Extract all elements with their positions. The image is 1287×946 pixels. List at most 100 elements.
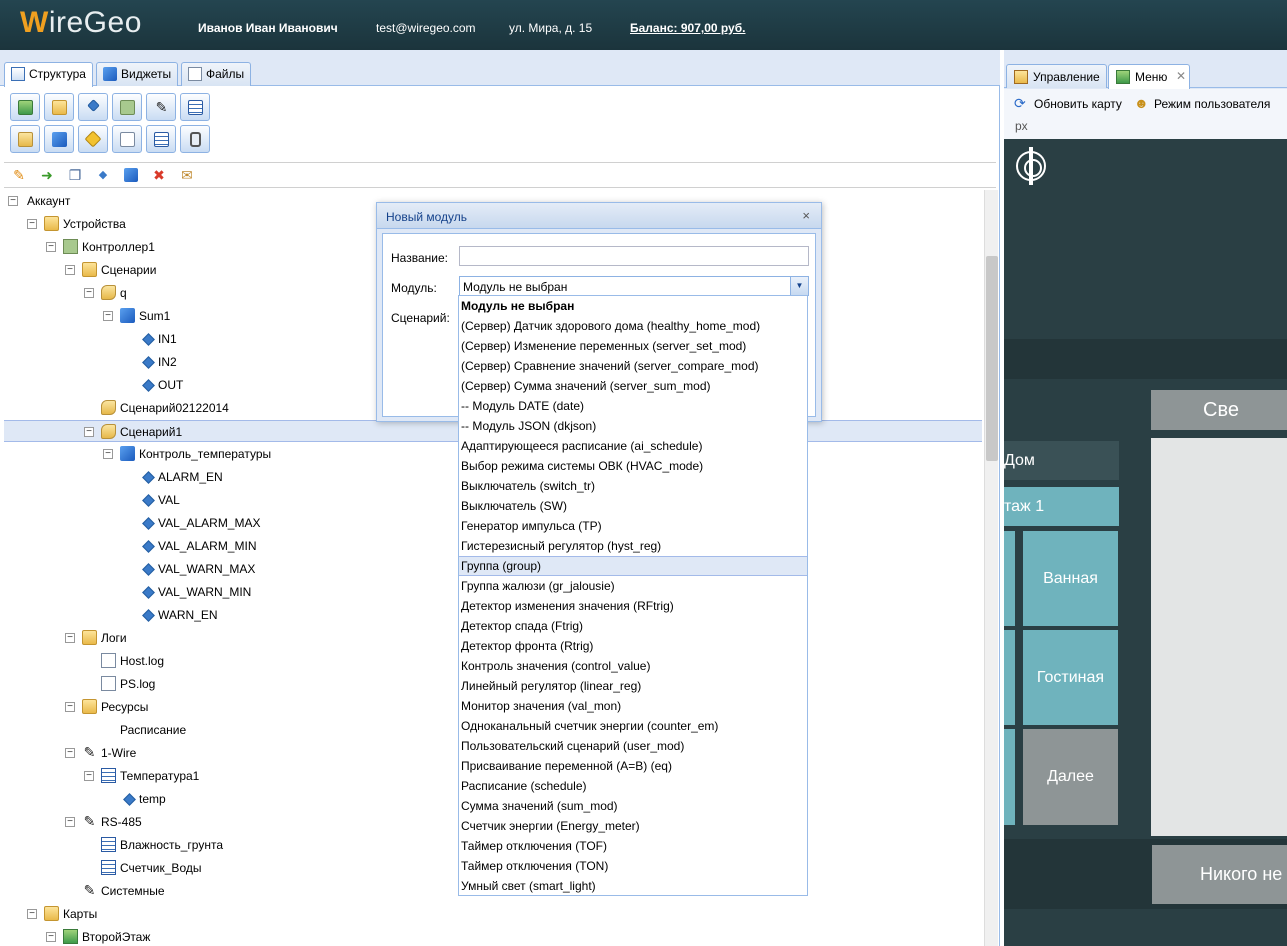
dropdown-option[interactable]: Группа жалюзи (gr_jalousie) xyxy=(459,576,807,596)
map-room-bathroom[interactable]: Ванная xyxy=(1023,531,1118,626)
dropdown-option[interactable]: Одноканальный счетчик энергии (counter_e… xyxy=(459,716,807,736)
tab-files[interactable]: Файлы xyxy=(181,62,252,86)
copy-icon[interactable]: ❐ xyxy=(66,166,84,184)
tab-widgets[interactable]: Виджеты xyxy=(96,62,179,86)
tree-scrollbar[interactable] xyxy=(984,190,998,946)
tab-control[interactable]: Управление xyxy=(1006,64,1107,88)
dropdown-option[interactable]: Контроль значения (control_value) xyxy=(459,656,807,676)
palette-bus-button[interactable]: ✎ xyxy=(146,93,176,121)
dropdown-option[interactable]: Адаптирующееся расписание (ai_schedule) xyxy=(459,436,807,456)
collapse-toggle-icon[interactable]: − xyxy=(65,633,75,643)
collapse-toggle-icon[interactable]: − xyxy=(65,265,75,275)
map-block-nobody[interactable]: Никого не xyxy=(1152,845,1287,904)
collapse-toggle-icon[interactable]: − xyxy=(103,449,113,459)
dropdown-option[interactable]: Линейный регулятор (linear_reg) xyxy=(459,676,807,696)
palette-variable-button[interactable] xyxy=(78,93,108,121)
chevron-down-icon[interactable]: ▼ xyxy=(790,277,808,295)
diamond-icon xyxy=(142,471,155,484)
collapse-toggle-icon[interactable]: − xyxy=(84,288,94,298)
dropdown-option[interactable]: Счетчик энергии (Energy_meter) xyxy=(459,816,807,836)
add-module-icon[interactable] xyxy=(122,166,140,184)
collapse-toggle-icon[interactable]: − xyxy=(65,817,75,827)
map-next-button[interactable]: Далее xyxy=(1023,729,1118,825)
controller-icon xyxy=(120,100,135,115)
tree-node-label: WARN_EN xyxy=(158,608,218,622)
module-select[interactable]: Модуль не выбран ▼ xyxy=(459,276,809,296)
collapse-toggle-icon[interactable]: − xyxy=(46,932,56,942)
palette-alert-button[interactable] xyxy=(78,125,108,153)
dropdown-option[interactable]: (Сервер) Датчик здорового дома (healthy_… xyxy=(459,316,807,336)
dropdown-option[interactable]: Таймер отключения (TOF) xyxy=(459,836,807,856)
tree-node[interactable]: − ВторойЭтаж xyxy=(4,926,982,946)
map-block-home[interactable]: Дом xyxy=(1004,441,1119,480)
palette-log-button[interactable] xyxy=(112,125,142,153)
collapse-toggle-icon[interactable]: − xyxy=(84,427,94,437)
balance-link[interactable]: Баланс: 907,00 руб. xyxy=(630,21,745,35)
dropdown-option[interactable]: (Сервер) Сумма значений (server_sum_mod) xyxy=(459,376,807,396)
dropdown-option[interactable]: Выключатель (switch_tr) xyxy=(459,476,807,496)
close-tab-icon[interactable]: ✕ xyxy=(1176,69,1186,83)
map-block-top-right[interactable]: Све xyxy=(1151,390,1287,430)
dropdown-option[interactable]: -- Модуль JSON (dkjson) xyxy=(459,416,807,436)
dialog-header[interactable]: Новый модуль × xyxy=(377,203,821,229)
tree-node[interactable]: − Карты xyxy=(4,903,982,925)
folder-icon xyxy=(82,262,97,277)
move-arrow-icon[interactable]: ➜ xyxy=(38,166,56,184)
dropdown-option[interactable]: Детектор спада (Ftrig) xyxy=(459,616,807,636)
wiregeo-logo[interactable]: WireGeo xyxy=(20,6,142,40)
palette-map-button[interactable] xyxy=(10,93,40,121)
palette-table-button[interactable] xyxy=(146,125,176,153)
dropdown-option[interactable]: Детектор фронта (Rtrig) xyxy=(459,636,807,656)
close-icon[interactable]: × xyxy=(802,208,810,223)
dropdown-option[interactable]: Группа (group) xyxy=(459,556,807,576)
name-input[interactable] xyxy=(459,246,809,266)
dropdown-option[interactable]: (Сервер) Сравнение значений (server_comp… xyxy=(459,356,807,376)
dropdown-option[interactable]: Детектор изменения значения (RFtrig) xyxy=(459,596,807,616)
collapse-toggle-icon[interactable]: − xyxy=(103,311,113,321)
dropdown-option[interactable]: Выбор режима системы ОВК (HVAC_mode) xyxy=(459,456,807,476)
collapse-toggle-icon[interactable]: − xyxy=(27,219,37,229)
dropdown-option[interactable]: Модуль не выбран xyxy=(459,296,807,316)
module-select-value: Модуль не выбран xyxy=(463,280,568,294)
palette-sensor-button[interactable] xyxy=(180,93,210,121)
dropdown-option[interactable]: Генератор импульса (TP) xyxy=(459,516,807,536)
dropdown-option[interactable]: -- Модуль DATE (date) xyxy=(459,396,807,416)
collapse-toggle-icon[interactable]: − xyxy=(65,702,75,712)
dropdown-option[interactable]: Сумма значений (sum_mod) xyxy=(459,796,807,816)
dropdown-option[interactable]: Присваивание переменной (A=B) (eq) xyxy=(459,756,807,776)
map-room-living[interactable]: Гостиная xyxy=(1023,630,1118,725)
dropdown-option[interactable]: Умный свет (smart_light) xyxy=(459,876,807,895)
folder-icon xyxy=(82,630,97,645)
collapse-toggle-icon[interactable]: − xyxy=(65,748,75,758)
palette-module-button[interactable] xyxy=(44,125,74,153)
delete-icon[interactable]: ✖ xyxy=(150,166,168,184)
collapse-toggle-icon[interactable]: − xyxy=(46,242,56,252)
dropdown-option[interactable]: Выключатель (SW) xyxy=(459,496,807,516)
properties-icon[interactable]: ✉ xyxy=(178,166,196,184)
target-icon[interactable] xyxy=(1016,147,1046,185)
palette-folder-button[interactable] xyxy=(44,93,74,121)
tree-node-label: Сценарий02122014 xyxy=(120,401,229,415)
dropdown-option[interactable]: (Сервер) Изменение переменных (server_se… xyxy=(459,336,807,356)
tab-structure[interactable]: Структура xyxy=(4,62,93,87)
dropdown-option[interactable]: Расписание (schedule) xyxy=(459,776,807,796)
palette-script-button[interactable] xyxy=(10,125,40,153)
palette-controller-button[interactable] xyxy=(112,93,142,121)
add-variable-icon[interactable]: ◆ xyxy=(94,166,112,184)
refresh-map-button[interactable]: ⟳ Обновить карту xyxy=(1014,95,1122,113)
tree-node-label: q xyxy=(120,286,127,300)
user-mode-button[interactable]: ☻ Режим пользователя xyxy=(1134,95,1270,113)
collapse-toggle-icon[interactable]: − xyxy=(8,196,18,206)
dropdown-option[interactable]: Гистерезисный регулятор (hyst_reg) xyxy=(459,536,807,556)
collapse-toggle-icon[interactable]: − xyxy=(27,909,37,919)
tree-scroll-thumb[interactable] xyxy=(986,256,998,461)
menu-map-icon xyxy=(1116,70,1130,84)
dropdown-option[interactable]: Пользовательский сценарий (user_mod) xyxy=(459,736,807,756)
collapse-toggle-icon[interactable]: − xyxy=(84,771,94,781)
map-block-floor[interactable]: таж 1 xyxy=(1004,487,1119,526)
dropdown-option[interactable]: Монитор значения (val_mon) xyxy=(459,696,807,716)
map-canvas[interactable]: Све Дом таж 1 Ванная Гостиная Далее Нико… xyxy=(1004,139,1287,946)
dropdown-option[interactable]: Таймер отключения (TON) xyxy=(459,856,807,876)
palette-phone-button[interactable] xyxy=(180,125,210,153)
edit-icon[interactable]: ✎ xyxy=(10,166,28,184)
